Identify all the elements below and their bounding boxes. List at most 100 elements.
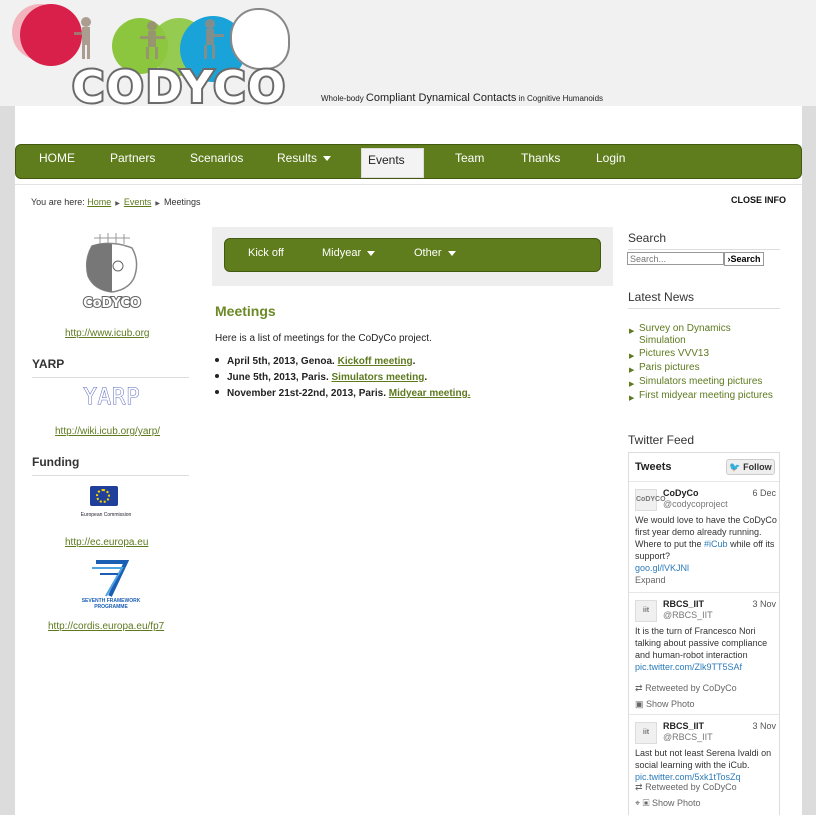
- tweet-text-body: Last but not least Serena Ivaldi on soci…: [635, 748, 772, 770]
- subnav-midyear[interactable]: Midyear: [322, 247, 376, 259]
- arrow-right-icon: ▶: [629, 367, 635, 374]
- news-item-label: Simulators meeting pictures: [639, 376, 763, 387]
- icub-logo: CoDYCO: [72, 232, 152, 322]
- tagline-main: Compliant Dynamical Contacts: [365, 92, 517, 104]
- search-button[interactable]: ›Search: [724, 252, 764, 266]
- tweet-date[interactable]: 3 Nov: [752, 720, 776, 732]
- nav-results[interactable]: Results: [277, 151, 332, 165]
- nav-team[interactable]: Team: [455, 151, 484, 165]
- yarp-link[interactable]: http://wiki.icub.org/yarp/: [55, 426, 160, 437]
- list-item: April 5th, 2013, Genoa. Kickoff meeting.: [215, 356, 415, 367]
- breadcrumb: You are here: Home ▶ Events ▶ Meetings: [31, 197, 201, 207]
- nav-scenarios[interactable]: Scenarios: [190, 151, 243, 165]
- meeting-end: .: [424, 372, 428, 383]
- tweet-expand[interactable]: Expand: [635, 574, 666, 586]
- tweet-date[interactable]: 6 Dec: [752, 487, 776, 499]
- tweet-link[interactable]: goo.gl/lVKJNl: [635, 563, 689, 573]
- fp7-seven-icon: [92, 560, 130, 597]
- tweet-show-photo-label: Show Photo: [651, 798, 701, 808]
- breadcrumb-current: Meetings: [164, 197, 201, 207]
- meeting-link[interactable]: Kickoff meeting: [338, 356, 413, 367]
- tweet-author-handle[interactable]: @codycoproject: [663, 498, 728, 510]
- fp7-logo: SEVENTH FRAMEWORK PROGRAMME: [78, 558, 144, 612]
- twitter-follow-button[interactable]: 🐦 Follow: [726, 459, 775, 475]
- search-button-label: Search: [730, 254, 761, 264]
- tweet[interactable]: iit RBCS_IIT @RBCS_IIT 3 Nov It is the t…: [629, 594, 779, 715]
- tweet-show-photo[interactable]: ▣ Show Photo: [635, 698, 695, 710]
- breadcrumb-arrow-icon: ▶: [155, 201, 161, 207]
- tweet-author-handle[interactable]: @RBCS_IIT: [663, 731, 713, 743]
- twitter-widget: Tweets 🐦 Follow CoDYCO CoDyCo @codycopro…: [628, 452, 780, 815]
- news-item[interactable]: ▶ Simulators meeting pictures: [629, 376, 779, 388]
- subnav-midyear-label: Midyear: [322, 247, 362, 259]
- retweet-icon: ⇄: [635, 782, 643, 792]
- tweet-avatar: iit: [635, 600, 657, 622]
- intro-text: Here is a list of meetings for the CoDyC…: [215, 333, 432, 344]
- subnav-kickoff[interactable]: Kick off: [248, 247, 284, 259]
- tweet-hashtag[interactable]: #iCub: [704, 539, 728, 549]
- tweet-text: Last but not least Serena Ivaldi on soci…: [635, 747, 777, 783]
- nav-partners[interactable]: Partners: [110, 151, 155, 165]
- yarp-logo: YARP: [83, 385, 141, 411]
- nav-divider: [15, 184, 802, 185]
- news-heading: Latest News: [628, 290, 780, 309]
- tagline-suffix: in Cognitive Humanoids: [518, 94, 604, 103]
- meeting-end: .: [412, 356, 416, 367]
- tweet[interactable]: iit RBCS_IIT @RBCS_IIT 3 Nov Last but no…: [629, 716, 779, 815]
- bullet-icon: [215, 374, 219, 379]
- ec-link[interactable]: http://ec.europa.eu: [65, 537, 148, 548]
- twitter-follow-label: Follow: [743, 462, 772, 472]
- chevron-down-icon: [447, 250, 456, 256]
- site-header: CODYCO Whole-body Compliant Dynamical Co…: [0, 0, 816, 115]
- nav-results-label: Results: [277, 151, 318, 165]
- photo-icon: ▣: [635, 699, 644, 709]
- twitter-heading: Twitter Feed: [628, 433, 695, 447]
- nav-events[interactable]: Events: [361, 148, 424, 178]
- meeting-link[interactable]: Simulators meeting: [332, 372, 425, 383]
- tweet-link[interactable]: pic.twitter.com/Zlk9TT5SAf: [635, 662, 742, 672]
- arrow-right-icon: ▶: [629, 353, 635, 360]
- subnav-other[interactable]: Other: [414, 247, 456, 259]
- tweet[interactable]: CoDYCO CoDyCo @codycoproject 6 Dec We wo…: [629, 483, 779, 593]
- icub-head-icon: [85, 233, 138, 293]
- arrow-right-icon: ▶: [629, 381, 635, 388]
- arrow-right-icon: ▶: [629, 328, 635, 335]
- twitter-widget-header: Tweets 🐦 Follow: [629, 453, 779, 482]
- tweet-author-handle[interactable]: @RBCS_IIT: [663, 609, 713, 621]
- chevron-down-icon: [323, 156, 332, 162]
- arrow-right-icon: ▶: [629, 395, 635, 402]
- breadcrumb-home-link[interactable]: Home: [87, 197, 111, 207]
- close-info-button[interactable]: CLOSE INFO: [731, 195, 786, 205]
- ec-logo: European Commission: [75, 482, 145, 530]
- icub-logo-text: CoDYCO: [82, 295, 142, 312]
- icub-link[interactable]: http://www.icub.org: [65, 328, 149, 339]
- list-item: November 21st-22nd, 2013, Paris. Midyear…: [215, 388, 470, 399]
- tagline-prefix: Whole-body: [321, 94, 364, 103]
- nav-login[interactable]: Login: [596, 151, 625, 165]
- retweet-icon: ⇄: [635, 683, 643, 693]
- tweet-text-body: It is the turn of Francesco Nori talking…: [635, 626, 768, 660]
- news-item-label: Pictures VVV13: [639, 348, 710, 359]
- news-item[interactable]: ▶ Pictures VVV13: [629, 348, 779, 360]
- eu-flag-icon: [90, 486, 118, 506]
- tweet-show-photo[interactable]: ⌖ ▣ Show Photo: [635, 797, 701, 809]
- fp7-link[interactable]: http://cordis.europa.eu/fp7: [48, 621, 164, 632]
- breadcrumb-events-link[interactable]: Events: [124, 197, 152, 207]
- nav-thanks[interactable]: Thanks: [521, 151, 560, 165]
- tweet-show-photo-label: Show Photo: [646, 699, 695, 709]
- twitter-bird-icon: 🐦: [729, 462, 741, 472]
- search-input[interactable]: [627, 252, 724, 265]
- news-item[interactable]: ▶ Survey on Dynamics Simulation: [629, 323, 779, 347]
- news-item[interactable]: ▶ Paris pictures: [629, 362, 779, 374]
- news-item[interactable]: ▶ First midyear meeting pictures: [629, 390, 779, 402]
- meeting-link[interactable]: Midyear meeting.: [389, 388, 471, 399]
- list-item: June 5th, 2013, Paris. Simulators meetin…: [215, 372, 427, 383]
- tweet-date[interactable]: 3 Nov: [752, 598, 776, 610]
- site-tagline: Whole-body Compliant Dynamical Contacts …: [321, 92, 603, 104]
- tweet-retweeted: ⇄ Retweeted by CoDyCo: [635, 781, 737, 793]
- ec-logo-text: European Commission: [80, 512, 132, 518]
- tweet-text: It is the turn of Francesco Nori talking…: [635, 625, 777, 673]
- nav-home[interactable]: HOME: [39, 151, 75, 165]
- fp7-logo-text: SEVENTH FRAMEWORK PROGRAMME: [81, 598, 141, 610]
- news-item-label: First midyear meeting pictures: [639, 390, 773, 401]
